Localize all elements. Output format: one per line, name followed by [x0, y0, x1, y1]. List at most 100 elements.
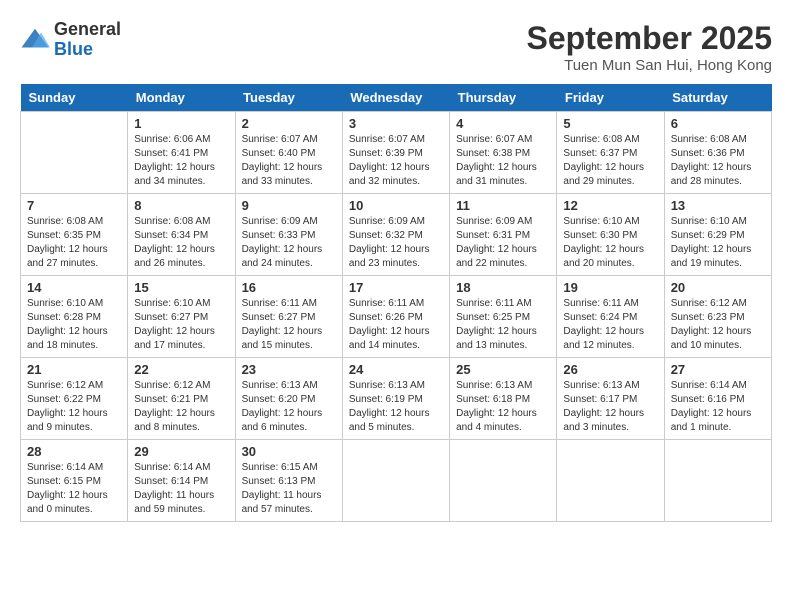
calendar-cell: 30 Sunrise: 6:15 AM Sunset: 6:13 PM Dayli…	[235, 440, 342, 522]
calendar-cell: 2 Sunrise: 6:07 AM Sunset: 6:40 PM Daylig…	[235, 112, 342, 194]
calendar-week-row: 7 Sunrise: 6:08 AM Sunset: 6:35 PM Daylig…	[21, 194, 772, 276]
calendar-cell: 14 Sunrise: 6:10 AM Sunset: 6:28 PM Dayli…	[21, 276, 128, 358]
calendar-cell: 17 Sunrise: 6:11 AM Sunset: 6:26 PM Dayli…	[342, 276, 449, 358]
calendar-cell: 9 Sunrise: 6:09 AM Sunset: 6:33 PM Daylig…	[235, 194, 342, 276]
day-number: 10	[349, 198, 443, 213]
page-header: General Blue September 2025 Tuen Mun San…	[20, 20, 772, 74]
weekday-header: Wednesday	[342, 84, 449, 112]
day-detail: Sunrise: 6:08 AM Sunset: 6:34 PM Dayligh…	[134, 215, 228, 271]
calendar-cell: 1 Sunrise: 6:06 AM Sunset: 6:41 PM Daylig…	[128, 112, 235, 194]
day-number: 22	[134, 362, 228, 377]
calendar-cell	[342, 440, 449, 522]
calendar-cell	[557, 440, 664, 522]
calendar-cell: 25 Sunrise: 6:13 AM Sunset: 6:18 PM Dayli…	[450, 358, 557, 440]
day-detail: Sunrise: 6:10 AM Sunset: 6:28 PM Dayligh…	[27, 297, 121, 353]
calendar-week-row: 21Sunrise: 6:12 AM Sunset: 6:22 PM Dayli…	[21, 358, 772, 440]
day-number: 15	[134, 280, 228, 295]
calendar-cell: 22Sunrise: 6:12 AM Sunset: 6:21 PM Dayli…	[128, 358, 235, 440]
logo-blue: Blue	[54, 40, 121, 60]
logo: General Blue	[20, 20, 121, 60]
day-detail: Sunrise: 6:13 AM Sunset: 6:17 PM Dayligh…	[563, 379, 657, 435]
day-detail: Sunrise: 6:09 AM Sunset: 6:33 PM Dayligh…	[242, 215, 336, 271]
day-detail: Sunrise: 6:09 AM Sunset: 6:31 PM Dayligh…	[456, 215, 550, 271]
calendar-cell: 3 Sunrise: 6:07 AM Sunset: 6:39 PM Daylig…	[342, 112, 449, 194]
day-number: 21	[27, 362, 121, 377]
day-detail: Sunrise: 6:14 AM Sunset: 6:15 PM Dayligh…	[27, 461, 121, 517]
calendar-cell: 11 Sunrise: 6:09 AM Sunset: 6:31 PM Dayli…	[450, 194, 557, 276]
title-block: September 2025 Tuen Mun San Hui, Hong Ko…	[527, 20, 772, 74]
day-detail: Sunrise: 6:07 AM Sunset: 6:39 PM Dayligh…	[349, 133, 443, 189]
calendar-cell: 23 Sunrise: 6:13 AM Sunset: 6:20 PM Dayli…	[235, 358, 342, 440]
calendar-cell	[21, 112, 128, 194]
day-detail: Sunrise: 6:10 AM Sunset: 6:30 PM Dayligh…	[563, 215, 657, 271]
day-number: 16	[242, 280, 336, 295]
weekday-header: Monday	[128, 84, 235, 112]
calendar-week-row: 28 Sunrise: 6:14 AM Sunset: 6:15 PM Dayli…	[21, 440, 772, 522]
day-detail: Sunrise: 6:09 AM Sunset: 6:32 PM Dayligh…	[349, 215, 443, 271]
calendar-cell: 16 Sunrise: 6:11 AM Sunset: 6:27 PM Dayli…	[235, 276, 342, 358]
day-number: 13	[671, 198, 765, 213]
calendar-cell: 8 Sunrise: 6:08 AM Sunset: 6:34 PM Daylig…	[128, 194, 235, 276]
day-number: 8	[134, 198, 228, 213]
day-detail: Sunrise: 6:08 AM Sunset: 6:36 PM Dayligh…	[671, 133, 765, 189]
day-number: 12	[563, 198, 657, 213]
day-detail: Sunrise: 6:07 AM Sunset: 6:40 PM Dayligh…	[242, 133, 336, 189]
day-number: 20	[671, 280, 765, 295]
day-number: 6	[671, 116, 765, 131]
day-number: 17	[349, 280, 443, 295]
day-detail: Sunrise: 6:07 AM Sunset: 6:38 PM Dayligh…	[456, 133, 550, 189]
calendar-cell: 28 Sunrise: 6:14 AM Sunset: 6:15 PM Dayli…	[21, 440, 128, 522]
day-number: 11	[456, 198, 550, 213]
calendar-cell: 10 Sunrise: 6:09 AM Sunset: 6:32 PM Dayli…	[342, 194, 449, 276]
weekday-header: Saturday	[664, 84, 771, 112]
day-number: 3	[349, 116, 443, 131]
day-number: 25	[456, 362, 550, 377]
day-number: 26	[563, 362, 657, 377]
day-detail: Sunrise: 6:11 AM Sunset: 6:27 PM Dayligh…	[242, 297, 336, 353]
logo-general: General	[54, 20, 121, 40]
logo-text: General Blue	[54, 20, 121, 60]
day-number: 14	[27, 280, 121, 295]
weekday-header-row: SundayMondayTuesdayWednesdayThursdayFrid…	[21, 84, 772, 112]
day-number: 9	[242, 198, 336, 213]
calendar-cell: 19 Sunrise: 6:11 AM Sunset: 6:24 PM Dayli…	[557, 276, 664, 358]
day-number: 7	[27, 198, 121, 213]
day-number: 19	[563, 280, 657, 295]
day-number: 29	[134, 444, 228, 459]
location: Tuen Mun San Hui, Hong Kong	[527, 57, 772, 74]
day-number: 18	[456, 280, 550, 295]
day-number: 23	[242, 362, 336, 377]
day-detail: Sunrise: 6:11 AM Sunset: 6:24 PM Dayligh…	[563, 297, 657, 353]
day-number: 28	[27, 444, 121, 459]
day-number: 30	[242, 444, 336, 459]
day-number: 2	[242, 116, 336, 131]
day-detail: Sunrise: 6:06 AM Sunset: 6:41 PM Dayligh…	[134, 133, 228, 189]
calendar-cell: 21Sunrise: 6:12 AM Sunset: 6:22 PM Dayli…	[21, 358, 128, 440]
month-title: September 2025	[527, 20, 772, 57]
calendar-cell: 13 Sunrise: 6:10 AM Sunset: 6:29 PM Dayli…	[664, 194, 771, 276]
day-detail: Sunrise: 6:10 AM Sunset: 6:29 PM Dayligh…	[671, 215, 765, 271]
calendar-cell: 24Sunrise: 6:13 AM Sunset: 6:19 PM Dayli…	[342, 358, 449, 440]
day-number: 4	[456, 116, 550, 131]
calendar-cell: 15Sunrise: 6:10 AM Sunset: 6:27 PM Dayli…	[128, 276, 235, 358]
day-detail: Sunrise: 6:08 AM Sunset: 6:35 PM Dayligh…	[27, 215, 121, 271]
day-number: 27	[671, 362, 765, 377]
day-detail: Sunrise: 6:12 AM Sunset: 6:23 PM Dayligh…	[671, 297, 765, 353]
day-detail: Sunrise: 6:14 AM Sunset: 6:16 PM Dayligh…	[671, 379, 765, 435]
calendar-cell: 26 Sunrise: 6:13 AM Sunset: 6:17 PM Dayli…	[557, 358, 664, 440]
calendar-cell: 5Sunrise: 6:08 AM Sunset: 6:37 PM Daylig…	[557, 112, 664, 194]
calendar-week-row: 14 Sunrise: 6:10 AM Sunset: 6:28 PM Dayli…	[21, 276, 772, 358]
day-number: 1	[134, 116, 228, 131]
day-detail: Sunrise: 6:11 AM Sunset: 6:26 PM Dayligh…	[349, 297, 443, 353]
weekday-header: Tuesday	[235, 84, 342, 112]
calendar-week-row: 1 Sunrise: 6:06 AM Sunset: 6:41 PM Daylig…	[21, 112, 772, 194]
day-detail: Sunrise: 6:13 AM Sunset: 6:19 PM Dayligh…	[349, 379, 443, 435]
weekday-header: Friday	[557, 84, 664, 112]
day-detail: Sunrise: 6:13 AM Sunset: 6:18 PM Dayligh…	[456, 379, 550, 435]
day-detail: Sunrise: 6:11 AM Sunset: 6:25 PM Dayligh…	[456, 297, 550, 353]
calendar-cell: 7 Sunrise: 6:08 AM Sunset: 6:35 PM Daylig…	[21, 194, 128, 276]
calendar-cell	[450, 440, 557, 522]
day-detail: Sunrise: 6:15 AM Sunset: 6:13 PM Dayligh…	[242, 461, 336, 517]
calendar-cell	[664, 440, 771, 522]
day-detail: Sunrise: 6:13 AM Sunset: 6:20 PM Dayligh…	[242, 379, 336, 435]
